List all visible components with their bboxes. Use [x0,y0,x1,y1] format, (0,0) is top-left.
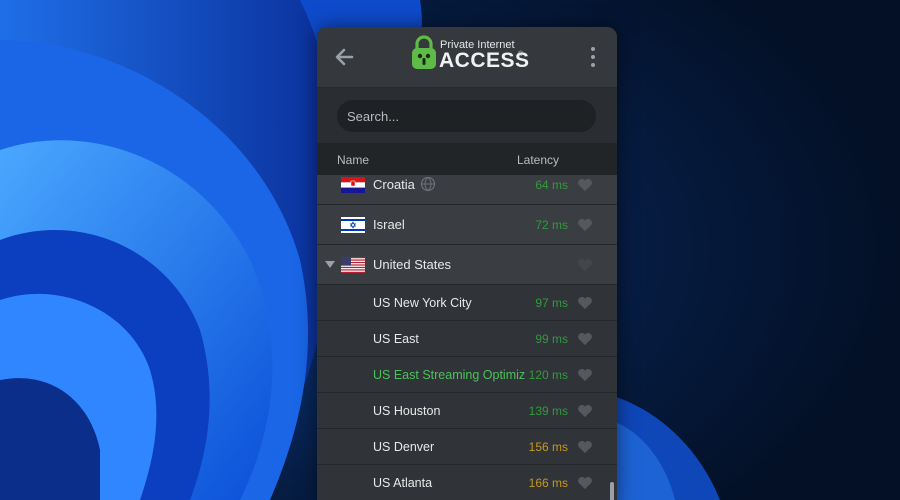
server-name: US East Streaming Optimiz... [373,368,525,382]
brand-name-large: ACCESS [439,49,530,72]
server-latency: 72 ms [535,218,568,232]
server-latency: 97 ms [535,296,568,310]
lock-logo-icon [412,35,436,69]
server-name: Israel [373,217,405,232]
pia-logo: Private Internet ACCESS ® [410,35,540,75]
server-name: US Houston [373,404,441,418]
server-latency: 166 ms [528,476,568,490]
list-scrollbar[interactable] [610,482,614,500]
server-row-us-houston[interactable]: US Houston 139 ms [317,393,617,429]
registered-mark: ® [518,51,524,58]
server-name: US Denver [373,440,435,454]
croatia-flag-icon [341,177,365,193]
israel-flag-icon [341,217,365,233]
vpn-app-window: Private Internet ACCESS ® Name Latency C… [317,27,617,500]
favorite-heart-icon[interactable] [577,440,593,454]
app-header: Private Internet ACCESS ® [317,27,617,87]
favorite-heart-icon[interactable] [577,296,593,310]
server-name: US New York City [373,296,472,310]
server-latency: 139 ms [528,404,568,418]
favorite-heart-icon[interactable] [577,368,593,382]
geo-location-icon [420,176,436,192]
server-name: US Atlanta [373,476,433,490]
server-row-israel[interactable]: Israel 72 ms [317,205,617,245]
server-row-us-new-york-city[interactable]: US New York City 97 ms [317,285,617,321]
search-area [317,87,617,143]
server-row-croatia[interactable]: Croatia 64 ms [317,175,617,205]
more-options-icon[interactable] [585,45,601,69]
us-flag-icon [341,257,365,273]
back-arrow-icon[interactable] [333,46,355,68]
favorite-heart-icon[interactable] [577,178,593,192]
server-row-united-states[interactable]: United States [317,245,617,285]
favorite-heart-icon[interactable] [577,332,593,346]
server-row-us-east[interactable]: US East 99 ms [317,321,617,357]
server-latency: 120 ms [528,368,568,382]
server-row-us-east-streaming[interactable]: US East Streaming Optimiz... 120 ms [317,357,617,393]
server-name: Croatia [373,177,415,192]
favorite-heart-icon[interactable] [577,476,593,490]
server-row-us-denver[interactable]: US Denver 156 ms [317,429,617,465]
server-name: US East [373,332,419,346]
server-latency: 64 ms [535,178,568,192]
favorite-heart-icon[interactable] [577,218,593,232]
server-name: United States [373,257,452,272]
search-input[interactable] [337,100,596,132]
server-latency: 99 ms [535,332,568,346]
favorite-heart-icon[interactable] [577,404,593,418]
favorite-heart-icon[interactable] [577,258,593,272]
column-header: Name Latency [317,143,617,175]
server-latency: 156 ms [528,440,568,454]
chevron-down-icon[interactable] [325,261,335,269]
column-name-header[interactable]: Name [337,153,369,167]
column-latency-header[interactable]: Latency [517,153,559,167]
server-row-us-atlanta[interactable]: US Atlanta 166 ms [317,465,617,500]
server-list: Croatia 64 ms Israel 72 ms United States… [317,175,617,500]
